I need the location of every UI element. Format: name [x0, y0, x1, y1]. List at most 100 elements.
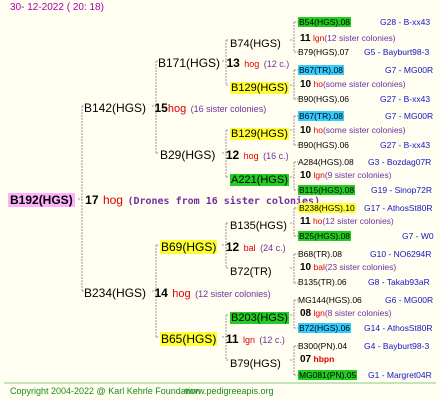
- gen4-id-1[interactable]: B79(HGS).07: [298, 47, 349, 57]
- gen1-top-id[interactable]: B142(HGS): [84, 101, 146, 115]
- date-stamp: 30- 12-2022 ( 20: 18): [10, 2, 104, 13]
- gen4-id-10[interactable]: B68(TR).08: [298, 249, 342, 259]
- gen4-right-14: G4 - Bayburt98-3: [364, 341, 430, 351]
- gen1-top: B142(HGS) 15hog (16 sister colonies): [84, 99, 266, 117]
- gen2-d-hog: lgn: [242, 335, 255, 345]
- pedigree-page: { "date": "30- 12-2022 ( 20: 18)", "root…: [0, 0, 440, 400]
- gen4-right-4: G7 - MG00R: [385, 111, 434, 121]
- gen3-b1-num: 10: [300, 125, 312, 136]
- gen3-d2-id[interactable]: B79(HGS): [230, 358, 281, 370]
- gen4-right-10: G10 - NO6294R: [370, 249, 432, 259]
- gen2-d-id[interactable]: B65(HGS): [160, 332, 218, 346]
- gen2-b-num: 12: [225, 148, 240, 162]
- gen3-b1: B129(HGS): [230, 124, 289, 142]
- gen3-a1-num: 11: [300, 33, 311, 44]
- gen4-id-11[interactable]: B135(TR).06: [298, 277, 347, 287]
- gen3-c1-num: 11: [300, 216, 311, 227]
- gen1-bottom-num: 14: [154, 286, 168, 300]
- gen3-d2-drones: 07 hbpn: [300, 354, 334, 365]
- gen4-leaf-14: B300(PN).04: [298, 341, 347, 351]
- root-note: (Drones from 16 sister colonies): [127, 196, 321, 207]
- gen3-c2: B72(TR): [230, 262, 272, 280]
- gen4-right-6: G3 - Bozdag07R: [368, 157, 432, 167]
- gen4-leaf-2: B67(TR).08: [298, 65, 344, 75]
- root-hog: hog: [102, 193, 123, 207]
- gen4-leaf-7: B115(HGS).08: [298, 185, 356, 195]
- footer: Copyright 2004-2022 @ Karl Kehrle Founda…: [10, 386, 435, 396]
- gen3-a2-drones: 10 ho(some sister colonies): [300, 79, 406, 90]
- root-id[interactable]: B192(HGS): [8, 193, 75, 207]
- gen4-leaf-1: B79(HGS).07: [298, 47, 349, 57]
- gen4-id-0[interactable]: B54(HGS).08: [298, 17, 352, 27]
- gen2-c-note: (24 c.): [260, 243, 286, 253]
- gen3-d1-id[interactable]: B203(HGS): [230, 312, 289, 324]
- gen4-leaf-15: MG081(PN).05: [298, 370, 358, 380]
- gen2-c: B69(HGS) 12 bal (24 c.): [160, 238, 286, 256]
- gen4-id-13[interactable]: B72(HGS).06: [298, 323, 352, 333]
- gen3-c1-note: (12 sister colonies): [322, 216, 394, 226]
- gen3-c1-hog: ho: [312, 216, 323, 226]
- gen3-b2-id[interactable]: A221(HGS): [230, 174, 289, 186]
- gen3-b2: A221(HGS): [230, 170, 289, 188]
- gen3-c1: B135(HGS): [230, 216, 287, 234]
- gen4-leaf-3: B90(HGS).06: [298, 94, 349, 104]
- gen4-leaf-13: B72(HGS).06: [298, 323, 352, 333]
- gen3-a1-hog: lgn: [312, 33, 325, 43]
- gen3-c2-num: 10: [300, 262, 312, 273]
- gen4-right-12: G6 - MG00R: [385, 295, 434, 305]
- gen1-bottom-id[interactable]: B234(HGS): [84, 286, 146, 300]
- gen4-right-3: G27 - B-xx43: [380, 94, 431, 104]
- gen4-right-15: G1 - Margret04R: [368, 370, 432, 380]
- gen3-a2-num: 10: [300, 79, 312, 90]
- gen2-a-id[interactable]: B171(HGS): [158, 56, 220, 70]
- site-link[interactable]: www.pedigreeapis.org: [185, 386, 274, 396]
- gen1-top-note: (16 sister colonies): [190, 104, 267, 114]
- gen2-c-id[interactable]: B69(HGS): [160, 240, 218, 254]
- gen2-b-id[interactable]: B29(HGS): [160, 148, 215, 162]
- gen3-b1-id[interactable]: B129(HGS): [230, 128, 289, 140]
- gen4-id-15[interactable]: MG081(PN).05: [298, 370, 358, 380]
- gen3-c2-id[interactable]: B72(TR): [230, 266, 272, 278]
- gen3-c2-hog: bal: [313, 262, 325, 272]
- gen4-id-7[interactable]: B115(HGS).08: [298, 185, 356, 195]
- gen3-c2-note: (23 sister colonies): [324, 262, 397, 272]
- gen4-right-13: G14 - AthosSt80R: [364, 323, 433, 333]
- gen4-id-14[interactable]: B300(PN).04: [298, 341, 347, 351]
- gen3-d2-hog: hbpn: [313, 354, 335, 364]
- gen3-a2-id[interactable]: B129(HGS): [230, 82, 289, 94]
- gen3-a2: B129(HGS): [230, 78, 289, 96]
- gen4-leaf-11: B135(TR).06: [298, 277, 347, 287]
- gen3-d1-hog: lgn: [313, 308, 325, 318]
- gen2-b-hog: hog: [243, 151, 259, 161]
- gen4-id-9[interactable]: B25(HGS).08: [298, 231, 352, 241]
- gen4-right-11: G8 - Takab93aR: [368, 277, 430, 287]
- gen1-bottom-note: (12 sister colonies): [195, 289, 271, 299]
- gen4-id-5[interactable]: B90(HGS).06: [298, 140, 349, 150]
- gen2-c-hog: bal: [243, 243, 256, 253]
- gen4-right-8: G17 - AthosSt80R: [364, 203, 433, 213]
- gen4-leaf-12: MG144(HGS).06: [298, 295, 362, 305]
- gen4-right-1: G5 - Bayburt98-3: [364, 47, 430, 57]
- gen4-id-2[interactable]: B67(TR).08: [298, 65, 344, 75]
- gen3-d1-note: (8 sister colonies): [324, 308, 392, 318]
- gen4-id-3[interactable]: B90(HGS).06: [298, 94, 349, 104]
- gen4-id-4[interactable]: B67(TR).08: [298, 111, 344, 121]
- gen4-leaf-10: B68(TR).08: [298, 249, 342, 259]
- gen4-leaf-4: B67(TR).08: [298, 111, 344, 121]
- gen3-d1: B203(HGS): [230, 308, 289, 326]
- gen2-d: B65(HGS) 11 lgn (12 c.): [160, 330, 285, 348]
- gen3-a1-id[interactable]: B74(HGS): [230, 38, 281, 50]
- gen2-a: B171(HGS) 13 hog (12 c.): [158, 54, 289, 72]
- gen4-right-7: G19 - Sinop72R: [371, 185, 432, 195]
- gen4-id-6[interactable]: A284(HGS).08: [298, 157, 354, 167]
- gen4-id-12[interactable]: MG144(HGS).06: [298, 295, 362, 305]
- gen1-top-hog: hog: [167, 103, 187, 115]
- gen4-id-8[interactable]: B238(HGS).10: [298, 203, 356, 213]
- gen3-b2-drones: 10 lgn(9 sister colonies): [300, 170, 391, 181]
- root-num: 17: [85, 193, 99, 207]
- gen1-top-num: 15: [154, 101, 168, 115]
- gen3-c1-id[interactable]: B135(HGS): [230, 220, 287, 232]
- gen3-a2-hog: ho: [313, 79, 323, 89]
- gen3-b2-num: 10: [300, 170, 312, 181]
- gen3-c1-drones: 11 ho(12 sister colonies): [300, 216, 394, 227]
